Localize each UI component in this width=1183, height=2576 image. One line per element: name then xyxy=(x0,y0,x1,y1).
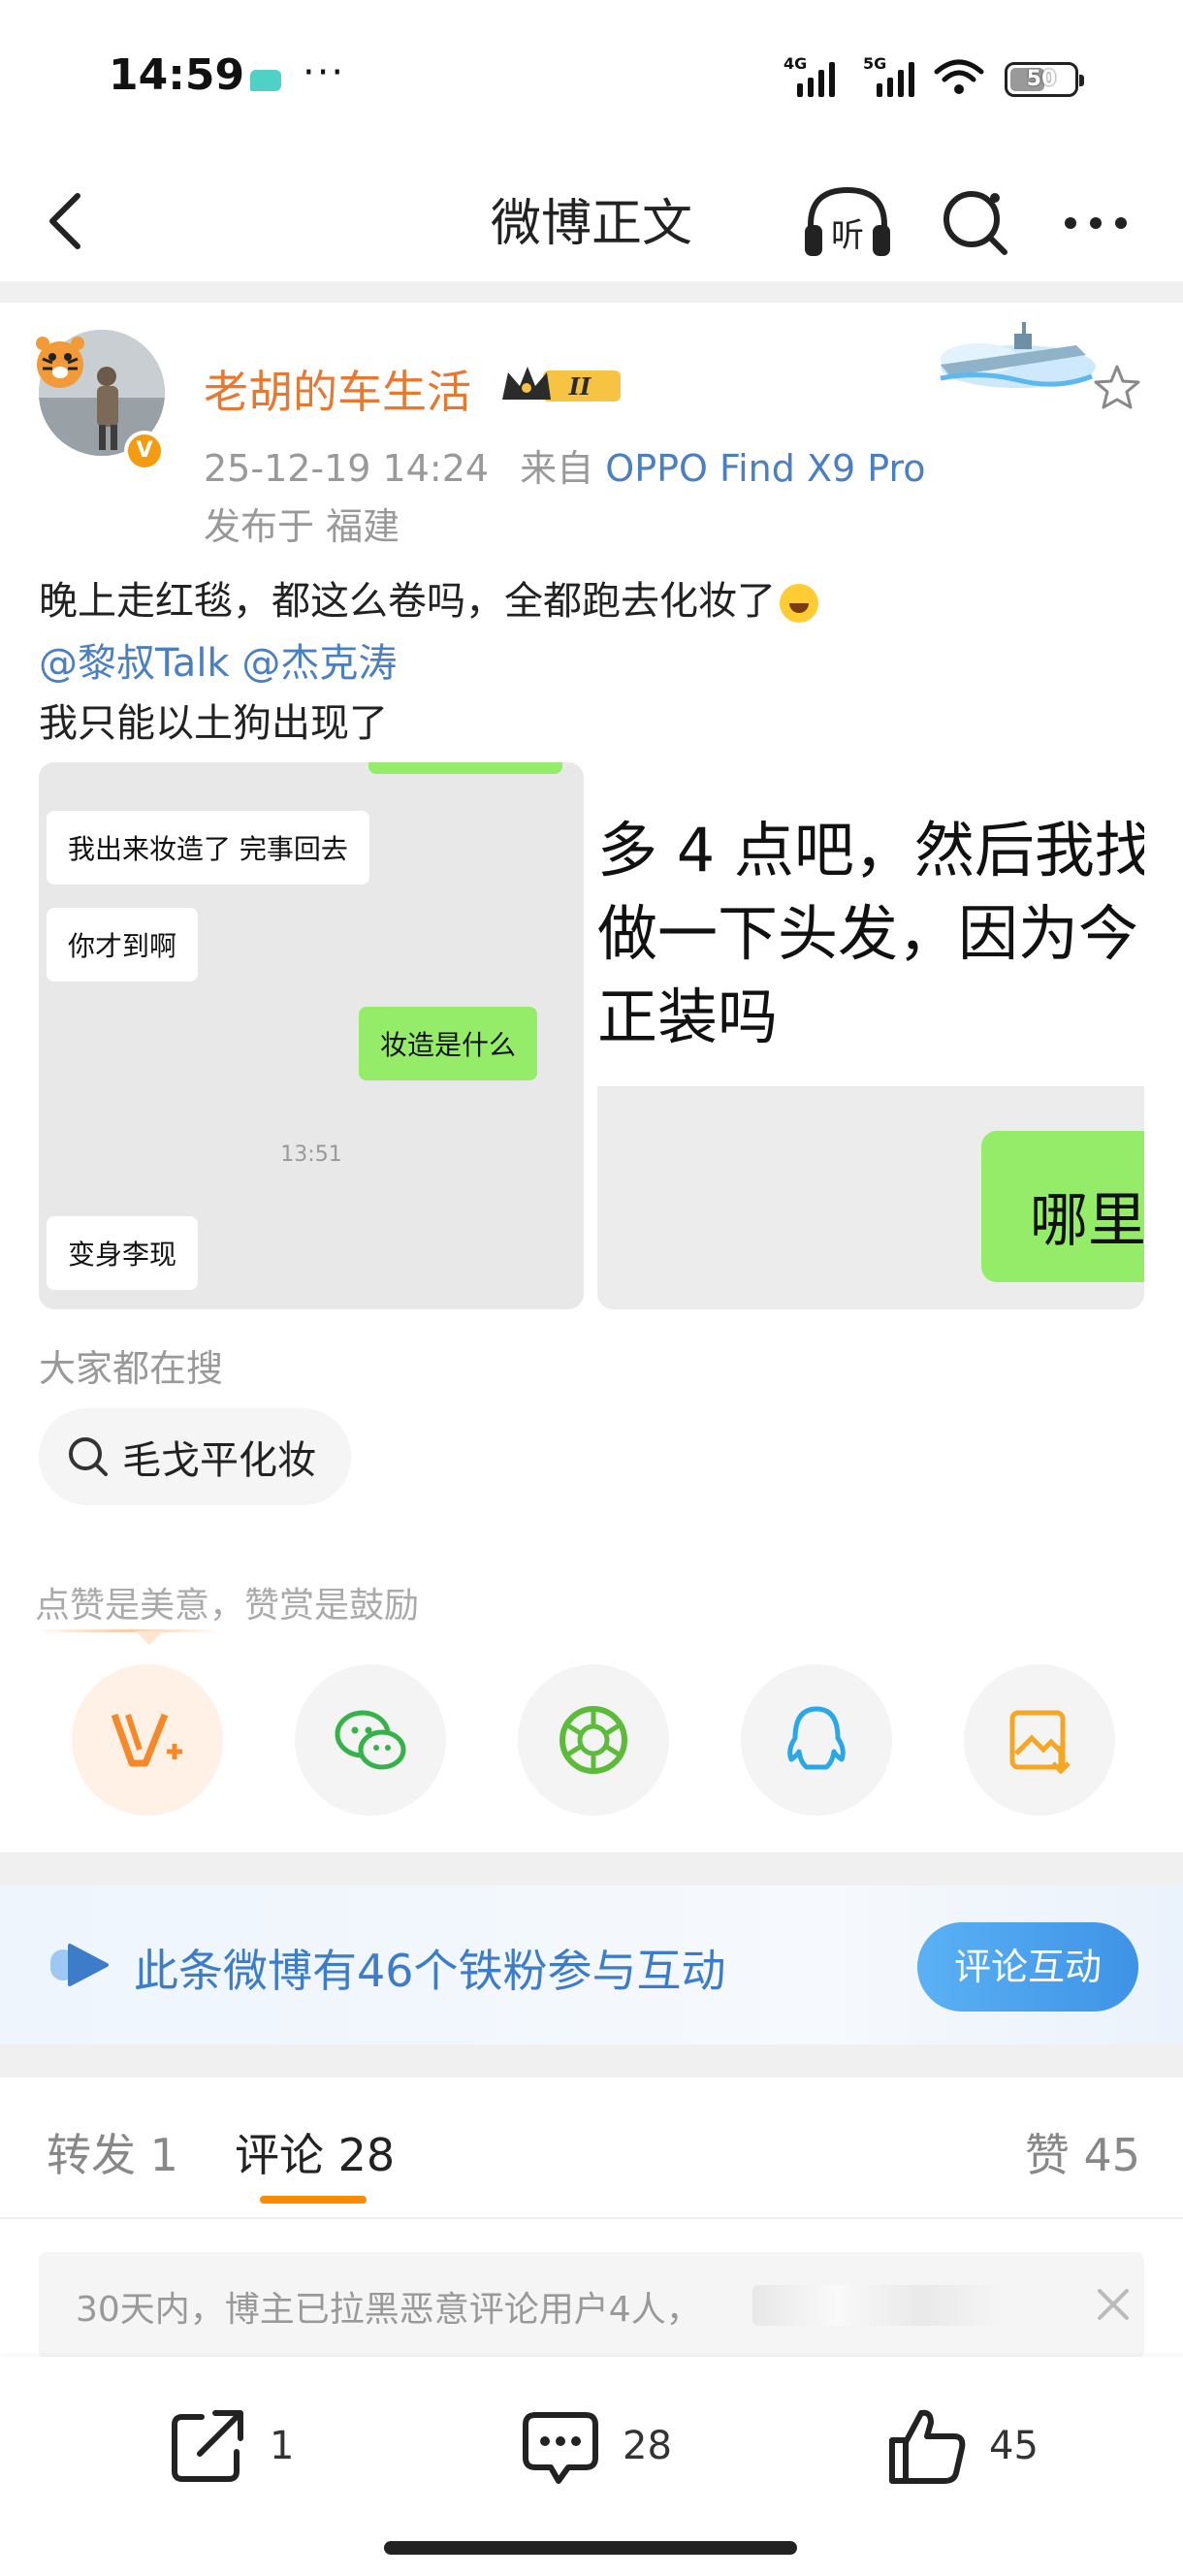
share-qq-button[interactable] xyxy=(741,1664,892,1816)
tab-comments[interactable]: 评论 28 xyxy=(235,2120,395,2184)
more-options-icon[interactable] xyxy=(1057,194,1135,252)
post-location: 发布于 福建 xyxy=(204,505,400,548)
post-image-2[interactable]: 多 4 点吧，然后我找 做一下头发，因为今 正装吗 哪里 xyxy=(597,762,1144,1309)
mention-link[interactable]: @杰克涛 xyxy=(241,641,397,686)
reward-button[interactable] xyxy=(72,1664,223,1816)
comment-button[interactable]: 28 xyxy=(518,2403,672,2489)
reward-v-plus-icon xyxy=(111,1713,182,1767)
repost-count: 1 xyxy=(270,2424,295,2468)
signal-4g-icon: 4G xyxy=(783,54,835,97)
fans-play-icon xyxy=(50,1944,109,1986)
tiger-sticker-icon xyxy=(36,337,84,388)
tab-reposts[interactable]: 转发 1 xyxy=(47,2120,178,2184)
image-text: 做一下头发，因为今 xyxy=(597,898,1139,969)
share-wechat-button[interactable] xyxy=(295,1664,446,1816)
svg-text:II: II xyxy=(568,372,592,401)
post-timestamp: 25-12-19 14:24 xyxy=(204,447,490,490)
search-icon[interactable] xyxy=(937,182,1014,260)
moments-camera-icon xyxy=(560,1706,627,1774)
post-text-line1: 晚上走红毯，都这么卷吗，全都跑去化妆了 xyxy=(39,578,818,625)
message-notification-icon xyxy=(250,70,281,91)
chat-bubble: 妆造是什么 xyxy=(359,1007,538,1080)
laughing-emoji-icon xyxy=(780,584,818,623)
save-image-icon xyxy=(1009,1710,1071,1775)
comment-count: 28 xyxy=(623,2424,672,2468)
post-device-link[interactable]: OPPO Find X9 Pro xyxy=(605,447,925,490)
tab-likes[interactable]: 赞 45 xyxy=(1025,2120,1140,2184)
share-moments-button[interactable] xyxy=(518,1664,669,1816)
post-meta: 25-12-19 14:24 来自 OPPO Find X9 Pro xyxy=(204,438,926,492)
home-indicator[interactable] xyxy=(384,2541,797,2555)
verified-badge-icon: V xyxy=(124,431,165,471)
close-icon[interactable] xyxy=(1086,2277,1140,2332)
listen-headphones-icon[interactable]: 听 xyxy=(799,180,896,268)
post-image-1[interactable]: 我出来妆造了 完事回去 你才到啊 妆造是什么 13:51 变身李现 xyxy=(39,762,584,1309)
post-text-line3: 我只能以土狗出现了 xyxy=(39,701,388,746)
tab-divider xyxy=(0,2217,1183,2219)
fans-interaction-banner: 此条微博有46个铁粉参与互动 评论互动 xyxy=(0,1885,1183,2045)
more-notifications-icon: ··· xyxy=(303,50,346,95)
svg-text:听: 听 xyxy=(831,216,864,255)
image-text: 多 4 点吧，然后我找 xyxy=(597,815,1144,886)
trending-search-chip[interactable]: 毛戈平化妆 xyxy=(39,1408,351,1505)
decorative-ship-icon xyxy=(940,322,1096,388)
section-divider xyxy=(0,2045,1183,2077)
status-bar: 14:59 ··· 4G 5G 50 xyxy=(0,0,1183,155)
section-divider xyxy=(0,1852,1183,1885)
signal-5g-icon: 5G xyxy=(863,54,914,97)
post-source-prefix: 来自 xyxy=(520,447,594,490)
section-divider xyxy=(0,281,1183,303)
post-text-mentions: @黎叔Talk @杰克涛 xyxy=(39,640,397,687)
blurred-text xyxy=(752,2285,1005,2326)
reward-pointer xyxy=(136,1631,163,1645)
chat-bubble: 变身李现 xyxy=(47,1216,199,1290)
repost-share-icon xyxy=(172,2410,243,2482)
author-name[interactable]: 老胡的车生活 xyxy=(204,357,471,421)
battery-icon: 50 xyxy=(1005,62,1084,97)
reward-underline xyxy=(35,1629,221,1632)
like-button[interactable]: 45 xyxy=(884,2403,1039,2489)
fans-banner-text: 此条微博有46个铁粉参与互动 xyxy=(134,1945,726,1997)
status-time: 14:59 xyxy=(109,50,245,100)
favorite-star-icon[interactable] xyxy=(1090,361,1144,415)
block-notice: 30天内，博主已拉黑恶意评论用户4人， xyxy=(39,2252,1144,2359)
wechat-icon xyxy=(335,1710,406,1770)
image-text: 正装吗 xyxy=(597,982,779,1052)
repost-button[interactable]: 1 xyxy=(165,2403,294,2489)
like-count: 45 xyxy=(989,2424,1039,2468)
qq-penguin-icon xyxy=(787,1706,846,1770)
comment-bubble-icon xyxy=(523,2412,598,2484)
image-text: 哪里 xyxy=(1030,1187,1144,1255)
comment-interact-button[interactable]: 评论互动 xyxy=(917,1922,1138,2012)
reward-label: 点赞是美意，赞赏是鼓励 xyxy=(35,1586,420,1626)
active-tab-indicator xyxy=(260,2196,367,2204)
search-icon xyxy=(69,1437,108,1476)
wifi-icon xyxy=(934,59,984,94)
mention-link[interactable]: @黎叔Talk xyxy=(39,641,230,686)
thumbs-up-icon xyxy=(889,2409,966,2484)
chat-bubble: 我出来妆造了 完事回去 xyxy=(47,811,369,885)
chat-bubble: 你才到啊 xyxy=(47,908,199,982)
trending-search-heading: 大家都在搜 xyxy=(39,1347,224,1390)
level-crown-badge-icon[interactable]: II xyxy=(500,363,626,407)
nav-bar: 微博正文 听 xyxy=(0,165,1183,281)
block-notice-text: 30天内，博主已拉黑恶意评论用户4人， xyxy=(76,2290,701,2330)
chat-timestamp: 13:51 xyxy=(280,1143,342,1167)
save-image-button[interactable] xyxy=(964,1664,1115,1816)
